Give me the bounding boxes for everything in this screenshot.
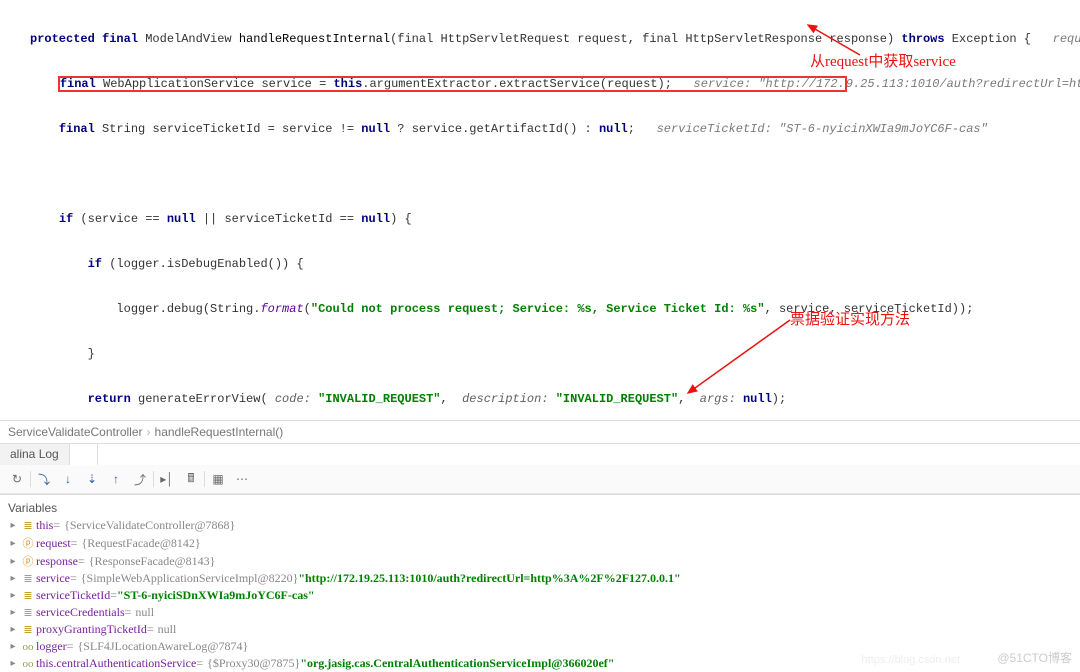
expand-icon[interactable]: ▸ [6, 520, 20, 531]
restore-layout-icon[interactable]: ↻ [6, 469, 28, 489]
var-string: "ST-6-nyiciSDnXWIa9mJoYC6F-cas" [117, 588, 315, 603]
var-value: {RequestFacade@8142} [81, 536, 200, 551]
var-value: {$Proxy30@7875} [207, 656, 300, 671]
code-editor[interactable]: protected final ModelAndView handleReque… [0, 0, 1080, 420]
variable-row[interactable]: ▸≣ service = {SimpleWebApplicationServic… [0, 570, 1080, 587]
variable-row[interactable]: ▸oo logger = {SLF4JLocationAwareLog@7874… [0, 638, 1080, 655]
var-equals: = [67, 639, 74, 654]
var-type-icon: oo [20, 658, 36, 670]
variable-row[interactable]: ▸≣ this = {ServiceValidateController@786… [0, 517, 1080, 534]
more-icon[interactable]: ⋯ [231, 469, 253, 489]
watermark-51cto: @51CTO博客 [997, 649, 1072, 666]
var-type-icon: ≣ [20, 572, 36, 585]
step-out-icon[interactable]: ↑ [105, 469, 127, 489]
var-value: {SimpleWebApplicationServiceImpl@8220} [81, 571, 299, 586]
evaluate-icon[interactable]: 🖩 [180, 469, 202, 489]
expand-icon[interactable]: ▸ [6, 624, 20, 635]
breadcrumb-method[interactable]: handleRequestInternal() [155, 425, 284, 439]
variable-row[interactable]: ▸≣ serviceCredentials = null [0, 604, 1080, 621]
expand-icon[interactable]: ▸ [6, 538, 20, 549]
var-name: serviceCredentials [36, 605, 125, 620]
var-name: request [36, 536, 71, 551]
variables-header: Variables [0, 499, 1080, 517]
var-equals: = [71, 536, 78, 551]
trace-icon[interactable]: ▦ [207, 469, 229, 489]
expand-icon[interactable]: ▸ [6, 658, 20, 669]
expand-icon[interactable]: ▸ [6, 556, 20, 567]
watermark-csdn: https://blog.csdn.net [862, 654, 960, 666]
breadcrumb-class[interactable]: ServiceValidateController [8, 425, 143, 439]
drop-frame-icon[interactable]: ⤴ [129, 469, 151, 489]
var-string: "http://172.19.25.113:1010/auth?redirect… [298, 571, 680, 586]
var-name: this [36, 518, 53, 533]
var-value: {ResponseFacade@8143} [89, 554, 216, 569]
var-equals: = [70, 571, 77, 586]
expand-icon[interactable]: ▸ [6, 641, 20, 652]
tab-debugger[interactable] [70, 444, 98, 466]
step-into-icon[interactable]: ↓ [57, 469, 79, 489]
var-type-icon: ≣ [20, 589, 36, 602]
var-equals: = [78, 554, 85, 569]
chevron-right-icon: › [147, 425, 151, 439]
var-type-icon: ⓟ [20, 535, 36, 551]
debug-toolbar: ↻ ⤵ ↓ ⇣ ↑ ⤴ ▸│ 🖩 ▦ ⋯ [0, 465, 1080, 494]
var-name: serviceTicketId [36, 588, 110, 603]
var-equals: = [196, 656, 203, 671]
var-value: {ServiceValidateController@7868} [64, 518, 235, 533]
debug-tabs: alina Log [0, 443, 1080, 465]
var-name: service [36, 571, 70, 586]
var-equals: = [110, 588, 117, 603]
expand-icon[interactable]: ▸ [6, 573, 20, 584]
var-equals: = [53, 518, 60, 533]
variable-row[interactable]: ▸≣ proxyGrantingTicketId = null [0, 621, 1080, 638]
var-name: this.centralAuthenticationService [36, 656, 196, 671]
var-type-icon: ⓟ [20, 553, 36, 569]
var-value: null [158, 622, 177, 637]
var-value: {SLF4JLocationAwareLog@7874} [77, 639, 248, 654]
var-equals: = [125, 605, 132, 620]
var-type-icon: ≣ [20, 519, 36, 532]
breadcrumb[interactable]: ServiceValidateController › handleReques… [0, 420, 1080, 443]
var-name: proxyGrantingTicketId [36, 622, 147, 637]
variable-row[interactable]: ▸ⓟ response = {ResponseFacade@8143} [0, 552, 1080, 570]
var-type-icon: ≣ [20, 623, 36, 636]
force-step-into-icon[interactable]: ⇣ [81, 469, 103, 489]
var-equals: = [147, 622, 154, 637]
var-string: "org.jasig.cas.CentralAuthenticationServ… [300, 656, 614, 671]
var-name: response [36, 554, 78, 569]
var-value: null [135, 605, 154, 620]
var-type-icon: ≣ [20, 606, 36, 619]
variables-panel[interactable]: Variables ▸≣ this = {ServiceValidateCont… [0, 494, 1080, 672]
var-name: logger [36, 639, 67, 654]
tab-catalina-log[interactable]: alina Log [0, 444, 70, 465]
run-to-cursor-icon[interactable]: ▸│ [156, 469, 178, 489]
expand-icon[interactable]: ▸ [6, 607, 20, 618]
variable-row[interactable]: ▸ⓟ request = {RequestFacade@8142} [0, 534, 1080, 552]
expand-icon[interactable]: ▸ [6, 590, 20, 601]
step-over-icon[interactable]: ⤵ [33, 469, 55, 489]
var-type-icon: oo [20, 641, 36, 653]
variable-row[interactable]: ▸≣ serviceTicketId = "ST-6-nyiciSDnXWIa9… [0, 587, 1080, 604]
